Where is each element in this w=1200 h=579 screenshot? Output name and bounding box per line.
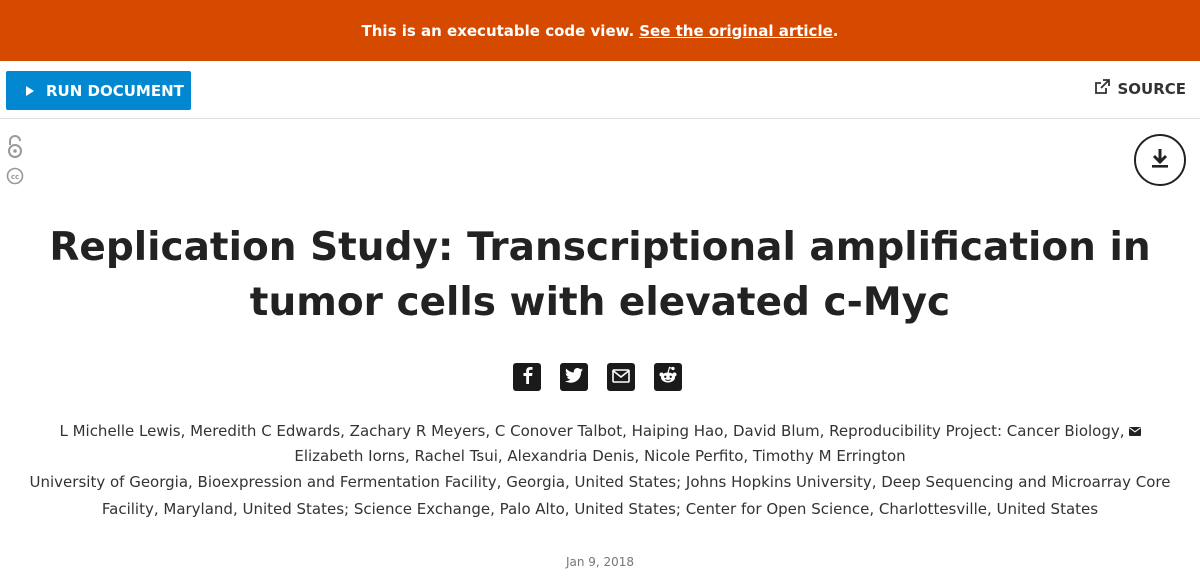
corresponding-author-email-icon[interactable] xyxy=(1128,419,1141,444)
banner-text: This is an executable code view. xyxy=(361,21,635,40)
article-title: Replication Study: Transcriptional ampli… xyxy=(49,225,1151,325)
play-icon xyxy=(26,85,34,96)
twitter-icon xyxy=(565,367,583,387)
source-link[interactable]: SOURCE xyxy=(1094,79,1186,99)
creative-commons-icon: cc xyxy=(6,167,24,189)
facebook-icon xyxy=(520,366,534,388)
download-button[interactable] xyxy=(1134,134,1186,186)
external-link-icon xyxy=(1094,79,1111,99)
original-article-link[interactable]: See the original article xyxy=(639,22,833,40)
authors-line-1-text: L Michelle Lewis, Meredith C Edwards, Za… xyxy=(59,422,1125,440)
license-icons: cc xyxy=(5,135,25,189)
banner-trailing: . xyxy=(832,21,839,40)
toolbar: RUN DOCUMENT SOURCE xyxy=(0,61,1200,119)
email-icon xyxy=(612,368,630,387)
executable-view-banner: This is an executable code view. See the… xyxy=(0,0,1200,61)
publication-date: Jan 9, 2018 xyxy=(565,555,635,569)
share-bar xyxy=(513,363,682,391)
open-access-icon xyxy=(6,135,24,163)
run-document-label: RUN DOCUMENT xyxy=(46,81,184,100)
source-label: SOURCE xyxy=(1117,80,1186,98)
author-list: L Michelle Lewis, Meredith C Edwards, Za… xyxy=(0,419,1200,469)
share-email-button[interactable] xyxy=(607,363,635,391)
download-icon xyxy=(1150,147,1170,173)
authors-line-2: Elizabeth Iorns, Rachel Tsui, Alexandria… xyxy=(294,447,906,465)
share-facebook-button[interactable] xyxy=(513,363,541,391)
svg-text:cc: cc xyxy=(11,173,19,181)
run-document-button[interactable]: RUN DOCUMENT xyxy=(6,71,191,110)
share-twitter-button[interactable] xyxy=(560,363,588,391)
share-reddit-button[interactable] xyxy=(654,363,682,391)
reddit-icon xyxy=(658,366,678,388)
authors-line-1: L Michelle Lewis, Meredith C Edwards, Za… xyxy=(0,419,1200,444)
affiliations: University of Georgia, Bioexpression and… xyxy=(29,473,1171,518)
